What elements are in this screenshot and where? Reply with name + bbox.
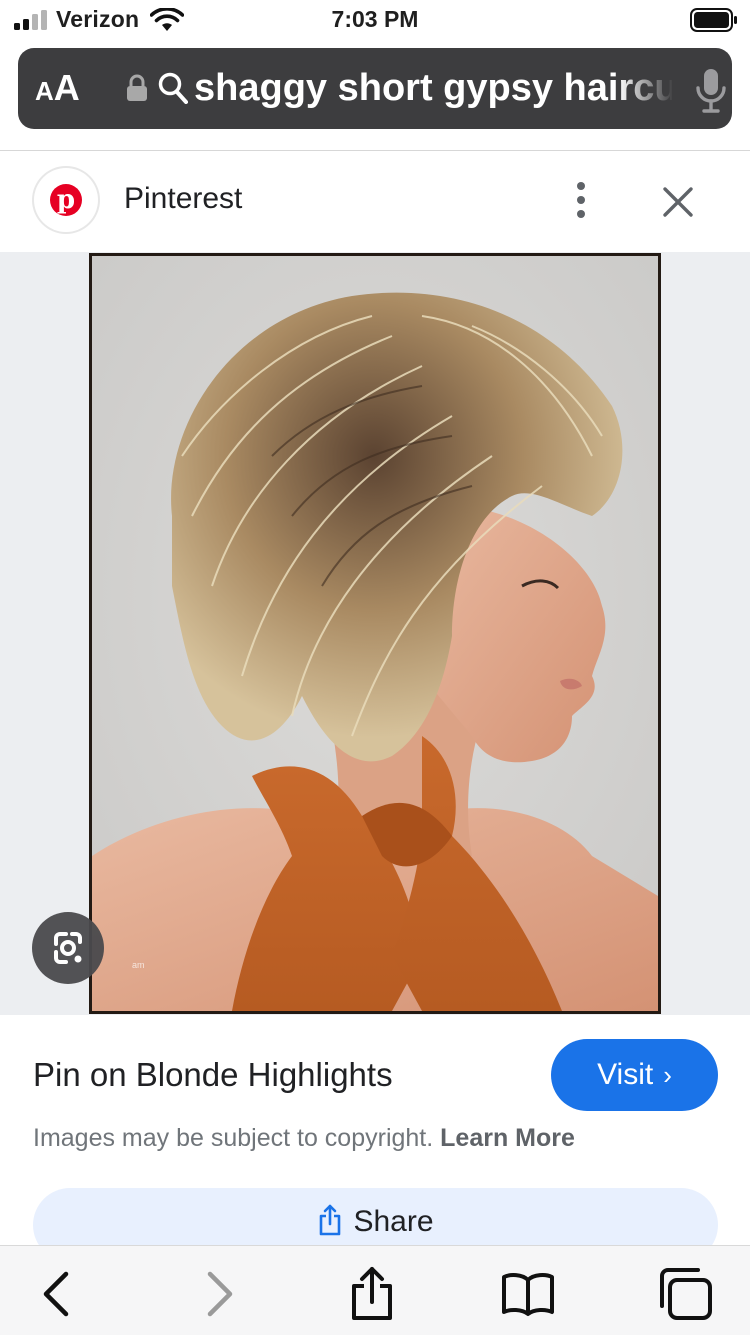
share-sheet-icon[interactable] bbox=[344, 1266, 400, 1322]
tabs-icon[interactable] bbox=[658, 1266, 714, 1322]
share-label: Share bbox=[353, 1205, 434, 1238]
search-icon bbox=[158, 72, 188, 104]
microphone-icon[interactable] bbox=[694, 68, 728, 114]
visit-button[interactable]: Visit › bbox=[551, 1039, 718, 1111]
more-options-icon[interactable] bbox=[566, 180, 596, 222]
source-name[interactable]: Pinterest bbox=[124, 182, 242, 216]
copyright-notice: Images may be subject to copyright. Lear… bbox=[33, 1124, 575, 1153]
safari-toolbar bbox=[0, 1245, 750, 1335]
lens-icon bbox=[54, 932, 82, 964]
bookmarks-icon[interactable] bbox=[500, 1266, 556, 1322]
clock: 7:03 PM bbox=[331, 6, 419, 32]
hairstyle-photo: am bbox=[92, 256, 658, 1011]
pinterest-logo[interactable]: p bbox=[34, 168, 98, 232]
result-image[interactable]: am bbox=[89, 253, 661, 1014]
battery-icon bbox=[690, 8, 737, 32]
status-bar: Verizon 7:03 PM bbox=[0, 0, 750, 40]
photo-watermark: am bbox=[132, 960, 145, 970]
chevron-right-icon: › bbox=[663, 1060, 672, 1090]
visit-label: Visit bbox=[597, 1058, 654, 1091]
google-lens-button[interactable] bbox=[32, 912, 104, 984]
pinterest-icon: p bbox=[50, 184, 82, 216]
address-bar[interactable]: AA shaggy short gypsy haircut bbox=[18, 48, 732, 129]
text-size-button[interactable]: AA bbox=[35, 68, 80, 111]
copyright-text: Images may be subject to copyright. bbox=[33, 1124, 434, 1152]
forward-icon[interactable] bbox=[190, 1266, 246, 1322]
lock-icon bbox=[127, 74, 147, 101]
header-divider bbox=[0, 150, 750, 151]
close-icon[interactable] bbox=[660, 184, 696, 220]
url-search-query[interactable]: shaggy short gypsy haircut bbox=[194, 66, 672, 110]
url-fade-overlay bbox=[618, 62, 674, 114]
result-title: Pin on Blonde Highlights bbox=[33, 1056, 393, 1093]
back-icon[interactable] bbox=[30, 1266, 86, 1322]
learn-more-link[interactable]: Learn More bbox=[440, 1124, 575, 1152]
share-icon bbox=[320, 1204, 341, 1236]
